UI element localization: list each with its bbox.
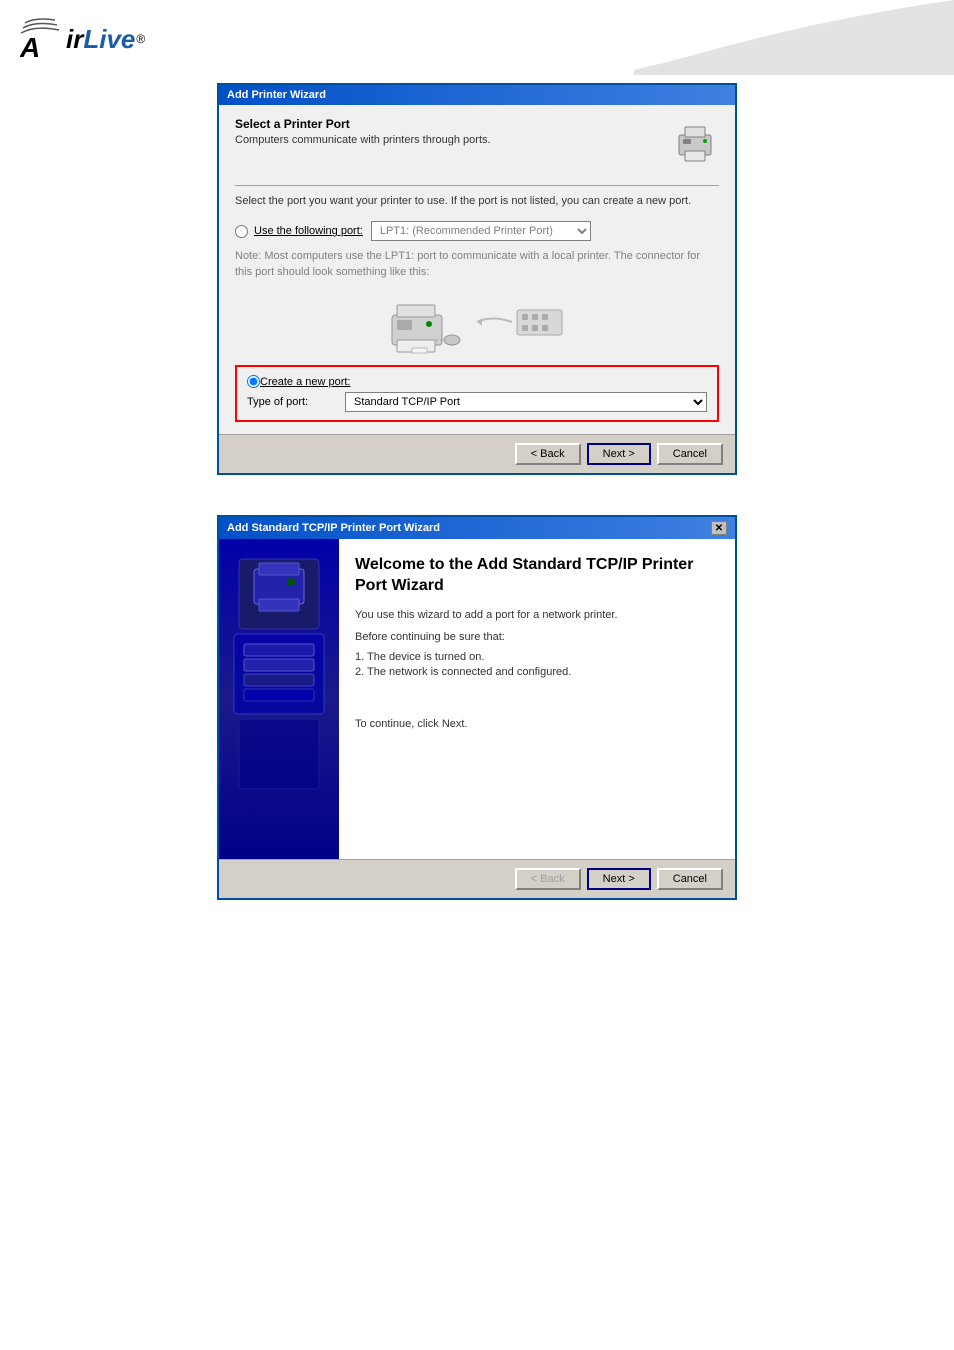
dialog2-title: Add Standard TCP/IP Printer Port Wizard [227, 522, 440, 534]
logo-trademark: ® [136, 32, 145, 46]
dialog2-body: Welcome to the Add Standard TCP/IP Print… [219, 539, 735, 859]
port-note: Note: Most computers use the LPT1: port … [235, 249, 719, 280]
use-port-option: Use the following port: LPT1: (Recommend… [235, 221, 719, 241]
create-port-radio-row: Create a new port: [247, 375, 707, 388]
tcpip-welcome-title: Welcome to the Add Standard TCP/IP Print… [355, 555, 719, 597]
dialog2-footer: < Back Next > Cancel [219, 859, 735, 898]
wizard-section-title: Select a Printer Port [235, 117, 491, 131]
tcpip-instruction-1: 1. The device is turned on. [355, 651, 719, 663]
logo-text-air: ir [66, 24, 83, 55]
dialog2-close-button[interactable]: ✕ [711, 521, 727, 535]
use-port-radio[interactable] [235, 225, 248, 238]
port-select-dropdown[interactable]: LPT1: (Recommended Printer Port) [371, 221, 591, 241]
create-port-label[interactable]: Create a new port: [260, 376, 351, 388]
swoosh-decoration [634, 0, 954, 75]
tcpip-instructions-label: Before continuing be sure that: [355, 631, 719, 643]
dialog2-titlebar: Add Standard TCP/IP Printer Port Wizard … [219, 517, 735, 539]
use-port-label[interactable]: Use the following port: [254, 225, 363, 237]
tcpip-wizard-dialog: Add Standard TCP/IP Printer Port Wizard … [217, 515, 737, 900]
dialog2-back-button[interactable]: < Back [515, 868, 581, 890]
dialog1-back-button[interactable]: < Back [515, 443, 581, 465]
tcpip-sidebar-graphic [229, 549, 329, 829]
wizard-header: Select a Printer Port Computers communic… [235, 117, 719, 173]
separator1 [235, 185, 719, 186]
dialog1-description: Select the port you want your printer to… [235, 194, 719, 209]
wizard-printer-icon [671, 117, 719, 165]
logo: A ir Live ® [20, 15, 145, 63]
dialog1-cancel-button[interactable]: Cancel [657, 443, 723, 465]
dialog1-footer: < Back Next > Cancel [219, 434, 735, 473]
port-type-row: Type of port: Standard TCP/IP Port [247, 392, 707, 412]
port-type-select[interactable]: Standard TCP/IP Port [345, 392, 707, 412]
tcpip-continue-text: To continue, click Next. [355, 718, 719, 730]
tcpip-sidebar [219, 539, 339, 859]
svg-text:A: A [20, 32, 40, 60]
logo-icon: A [20, 15, 60, 63]
dialog1-body: Select a Printer Port Computers communic… [219, 105, 735, 434]
wizard-section-subtitle: Computers communicate with printers thro… [235, 134, 491, 146]
dialog1-title: Add Printer Wizard [227, 89, 326, 101]
dialog1-titlebar: Add Printer Wizard [219, 85, 735, 105]
tcpip-instructions-list: 1. The device is turned on. 2. The netwo… [355, 651, 719, 678]
content: Add Printer Wizard Select a Printer Port… [0, 73, 954, 960]
dialog2-cancel-button[interactable]: Cancel [657, 868, 723, 890]
wizard-header-text: Select a Printer Port Computers communic… [235, 117, 491, 146]
port-type-label: Type of port: [247, 396, 337, 408]
dialog2-next-button[interactable]: Next > [587, 868, 651, 890]
logo-text-live: Live [83, 24, 135, 55]
create-port-radio[interactable] [247, 375, 260, 388]
add-printer-wizard-dialog: Add Printer Wizard Select a Printer Port… [217, 83, 737, 475]
tcpip-content: Welcome to the Add Standard TCP/IP Print… [339, 539, 735, 859]
tcpip-instruction-2: 2. The network is connected and configur… [355, 666, 719, 678]
create-port-section: Create a new port: Type of port: Standar… [235, 365, 719, 422]
header: A ir Live ® [0, 0, 954, 73]
connector-svg [477, 300, 567, 345]
printer-illustration [235, 290, 719, 355]
printer-left-svg [387, 290, 467, 355]
dialog1-next-button[interactable]: Next > [587, 443, 651, 465]
tcpip-description: You use this wizard to add a port for a … [355, 609, 719, 621]
logo-area: A ir Live ® [20, 15, 934, 63]
